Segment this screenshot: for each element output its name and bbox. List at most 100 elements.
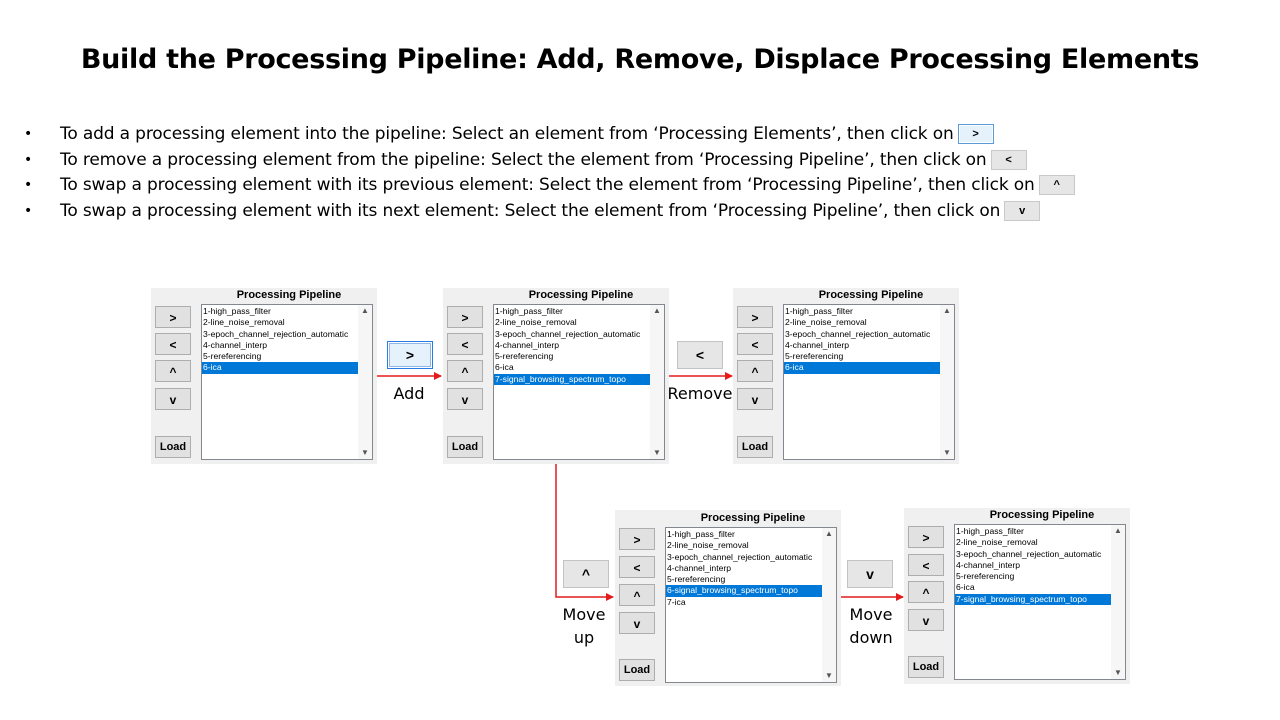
move-up-button[interactable]: ^ [155,360,191,382]
move-up-action-label: Move up [562,605,606,647]
scroll-up-icon[interactable]: ▲ [358,305,372,317]
scroll-down-icon[interactable]: ▼ [1111,667,1125,679]
remove-action-button[interactable]: < [677,341,723,369]
remove-button[interactable]: < [737,333,773,355]
pipeline-item[interactable]: 6-ica [784,362,940,374]
pipeline-item[interactable]: 5-rereferencing [955,571,1111,582]
pipeline-panel-after-add: Processing Pipeline > < ^ v Load 1-high_… [443,288,669,464]
pipeline-item[interactable]: 5-rereferencing [666,574,822,585]
pipeline-item[interactable]: 1-high_pass_filter [202,306,358,317]
scroll-down-icon[interactable]: ▼ [940,447,954,459]
pipeline-item[interactable]: 7-signal_browsing_spectrum_topo [955,593,1111,606]
pipeline-item[interactable]: 1-high_pass_filter [666,529,822,540]
move-down-action-label: Move down [849,605,893,647]
pipeline-item[interactable]: 3-epoch_channel_rejection_automatic [494,329,650,340]
pipeline-item[interactable]: 6-ica [202,362,358,374]
add-action-label: Add [393,384,425,403]
pipeline-listbox[interactable]: 1-high_pass_filter 2-line_noise_removal 3-… [665,527,837,683]
pipeline-item[interactable]: 4-channel_interp [784,340,940,351]
panel-title: Processing Pipeline [700,512,806,524]
pipeline-panel-after-move-up: Processing Pipeline > < ^ v Load 1-high_… [615,510,841,686]
move-down-button[interactable]: v [619,612,655,634]
pipeline-item[interactable]: 4-channel_interp [202,340,358,351]
pipeline-item[interactable]: 2-line_noise_removal [202,317,358,328]
scroll-up-icon[interactable]: ▲ [650,305,664,317]
pipeline-item[interactable]: 5-rereferencing [494,351,650,362]
move-down-button[interactable]: v [908,609,944,631]
pipeline-item[interactable]: 3-epoch_channel_rejection_automatic [666,552,822,563]
panel-title: Processing Pipeline [818,289,924,301]
remove-action-label: Remove [667,384,733,403]
pipeline-item[interactable]: 6-signal_browsing_spectrum_topo [666,585,822,597]
move-up-button[interactable]: ^ [908,581,944,603]
move-down-button[interactable]: v [155,388,191,410]
pipeline-item[interactable]: 6-ica [955,582,1111,593]
remove-button[interactable]: < [908,554,944,576]
pipeline-listbox[interactable]: 1-high_pass_filter 2-line_noise_removal 3-… [201,304,373,460]
pipeline-panel-after-remove: Processing Pipeline > < ^ v Load 1-high_… [733,288,959,464]
pipeline-item[interactable]: 4-channel_interp [666,563,822,574]
pipeline-item[interactable]: 1-high_pass_filter [784,306,940,317]
move-down-button[interactable]: v [737,388,773,410]
scrollbar[interactable]: ▲ ▼ [822,528,836,682]
scroll-up-icon[interactable]: ▲ [940,305,954,317]
remove-button[interactable]: < [619,556,655,578]
pipeline-items: 1-high_pass_filter 2-line_noise_removal 3-… [666,529,822,608]
pipeline-item[interactable]: 5-rereferencing [784,351,940,362]
panel-title: Processing Pipeline [528,289,634,301]
load-button[interactable]: Load [737,436,773,458]
pipeline-item[interactable]: 1-high_pass_filter [955,526,1111,537]
move-up-button[interactable]: ^ [447,360,483,382]
pipeline-item[interactable]: 3-epoch_channel_rejection_automatic [955,549,1111,560]
scrollbar[interactable]: ▲ ▼ [940,305,954,459]
panel-title: Processing Pipeline [989,509,1095,521]
pipeline-item[interactable]: 3-epoch_channel_rejection_automatic [784,329,940,340]
add-button[interactable]: > [155,306,191,328]
pipeline-item[interactable]: 6-ica [494,362,650,373]
pipeline-item[interactable]: 2-line_noise_removal [666,540,822,551]
scroll-down-icon[interactable]: ▼ [358,447,372,459]
remove-button[interactable]: < [155,333,191,355]
remove-button[interactable]: < [447,333,483,355]
move-up-action-button[interactable]: ^ [563,560,609,588]
load-button[interactable]: Load [908,656,944,678]
pipeline-items: 1-high_pass_filter 2-line_noise_removal 3-… [784,306,940,374]
scrollbar[interactable]: ▲ ▼ [650,305,664,459]
pipeline-panel-initial: Processing Pipeline > < ^ v Load 1-high_… [151,288,377,464]
load-button[interactable]: Load [619,659,655,681]
move-down-action-button[interactable]: v [847,560,893,588]
panel-title: Processing Pipeline [236,289,342,301]
pipeline-item[interactable]: 4-channel_interp [494,340,650,351]
load-button[interactable]: Load [155,436,191,458]
pipeline-listbox[interactable]: 1-high_pass_filter 2-line_noise_removal 3-… [493,304,665,460]
pipeline-item[interactable]: 2-line_noise_removal [494,317,650,328]
scrollbar[interactable]: ▲ ▼ [1111,525,1125,679]
move-down-button[interactable]: v [447,388,483,410]
pipeline-listbox[interactable]: 1-high_pass_filter 2-line_noise_removal 3-… [783,304,955,460]
pipeline-panel-after-move-down: Processing Pipeline > < ^ v Load 1-high_… [904,508,1130,684]
pipeline-item[interactable]: 3-epoch_channel_rejection_automatic [202,329,358,340]
scroll-up-icon[interactable]: ▲ [1111,525,1125,537]
pipeline-item[interactable]: 1-high_pass_filter [494,306,650,317]
pipeline-item[interactable]: 4-channel_interp [955,560,1111,571]
move-up-button[interactable]: ^ [619,584,655,606]
load-button[interactable]: Load [447,436,483,458]
add-action-button[interactable]: > [387,341,433,369]
pipeline-items: 1-high_pass_filter 2-line_noise_removal 3-… [494,306,650,386]
move-up-button[interactable]: ^ [737,360,773,382]
add-button[interactable]: > [619,528,655,550]
pipeline-item[interactable]: 2-line_noise_removal [784,317,940,328]
add-button[interactable]: > [737,306,773,328]
add-button[interactable]: > [908,526,944,548]
pipeline-item[interactable]: 5-rereferencing [202,351,358,362]
pipeline-item[interactable]: 2-line_noise_removal [955,537,1111,548]
scroll-down-icon[interactable]: ▼ [650,447,664,459]
pipeline-item[interactable]: 7-signal_browsing_spectrum_topo [494,373,650,386]
pipeline-item[interactable]: 7-ica [666,597,822,608]
add-button[interactable]: > [447,306,483,328]
pipeline-items: 1-high_pass_filter 2-line_noise_removal 3-… [202,306,358,374]
pipeline-listbox[interactable]: 1-high_pass_filter 2-line_noise_removal 3-… [954,524,1126,680]
scroll-down-icon[interactable]: ▼ [822,670,836,682]
scrollbar[interactable]: ▲ ▼ [358,305,372,459]
scroll-up-icon[interactable]: ▲ [822,528,836,540]
